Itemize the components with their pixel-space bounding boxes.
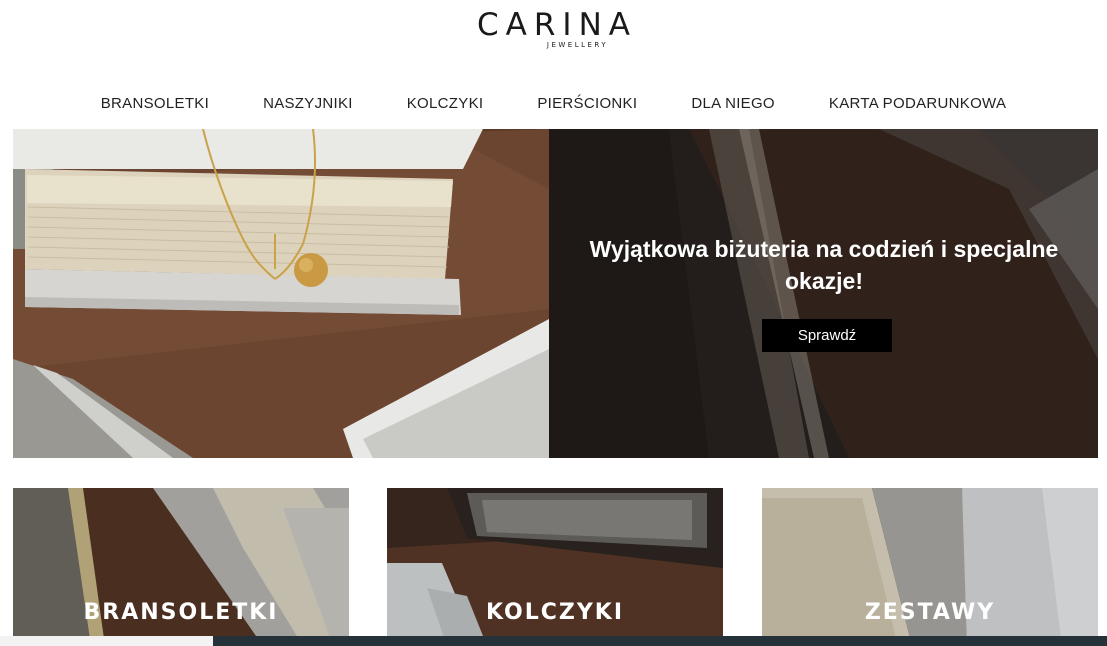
logo-name: CARINA — [477, 7, 637, 43]
hero-photo-dark: Wyjątkowa biżuteria na codzień i specjal… — [549, 129, 1098, 458]
site-header: CARINA JEWELLERY — [0, 0, 1107, 80]
bottom-bar-segment — [0, 636, 213, 646]
tile-zestawy[interactable]: ZESTAWY — [762, 488, 1098, 646]
category-tiles: BRANSOLETKI KOLCZYKI ZESTAWY — [13, 488, 1098, 646]
nav-item-naszyjniki[interactable]: NASZYJNIKI — [263, 93, 353, 117]
tile-kolczyki-label: KOLCZYKI — [485, 600, 625, 625]
nav-item-dla-niego[interactable]: DLA NIEGO — [691, 93, 775, 117]
nav-item-bransoletki[interactable]: BRANSOLETKI — [101, 93, 209, 117]
bottom-bar — [0, 636, 1107, 646]
tile-kolczyki[interactable]: KOLCZYKI — [387, 488, 723, 646]
hero-banner: Wyjątkowa biżuteria na codzień i specjal… — [13, 129, 1098, 458]
nav-item-pierscionki[interactable]: PIERŚCIONKI — [537, 93, 637, 117]
tile-bransoletki[interactable]: BRANSOLETKI — [13, 488, 349, 646]
logo-tagline: JEWELLERY — [546, 41, 609, 49]
logo[interactable]: CARINA JEWELLERY — [0, 8, 1107, 49]
main-nav: BRANSOLETKI NASZYJNIKI KOLCZYKI PIERŚCIO… — [0, 93, 1107, 117]
tile-zestawy-label: ZESTAWY — [864, 600, 996, 625]
hero-photo-necklace — [13, 129, 549, 458]
hero-title: Wyjątkowa biżuteria na codzień i specjal… — [589, 236, 1059, 294]
hero-cta-button[interactable]: Sprawdź — [762, 319, 892, 352]
nav-item-kolczyki[interactable]: KOLCZYKI — [407, 93, 484, 117]
tile-bransoletki-label: BRANSOLETKI — [83, 600, 279, 625]
hero-photo-graphic — [13, 129, 549, 458]
nav-item-karta-podarunkowa[interactable]: KARTA PODARUNKOWA — [829, 93, 1006, 117]
